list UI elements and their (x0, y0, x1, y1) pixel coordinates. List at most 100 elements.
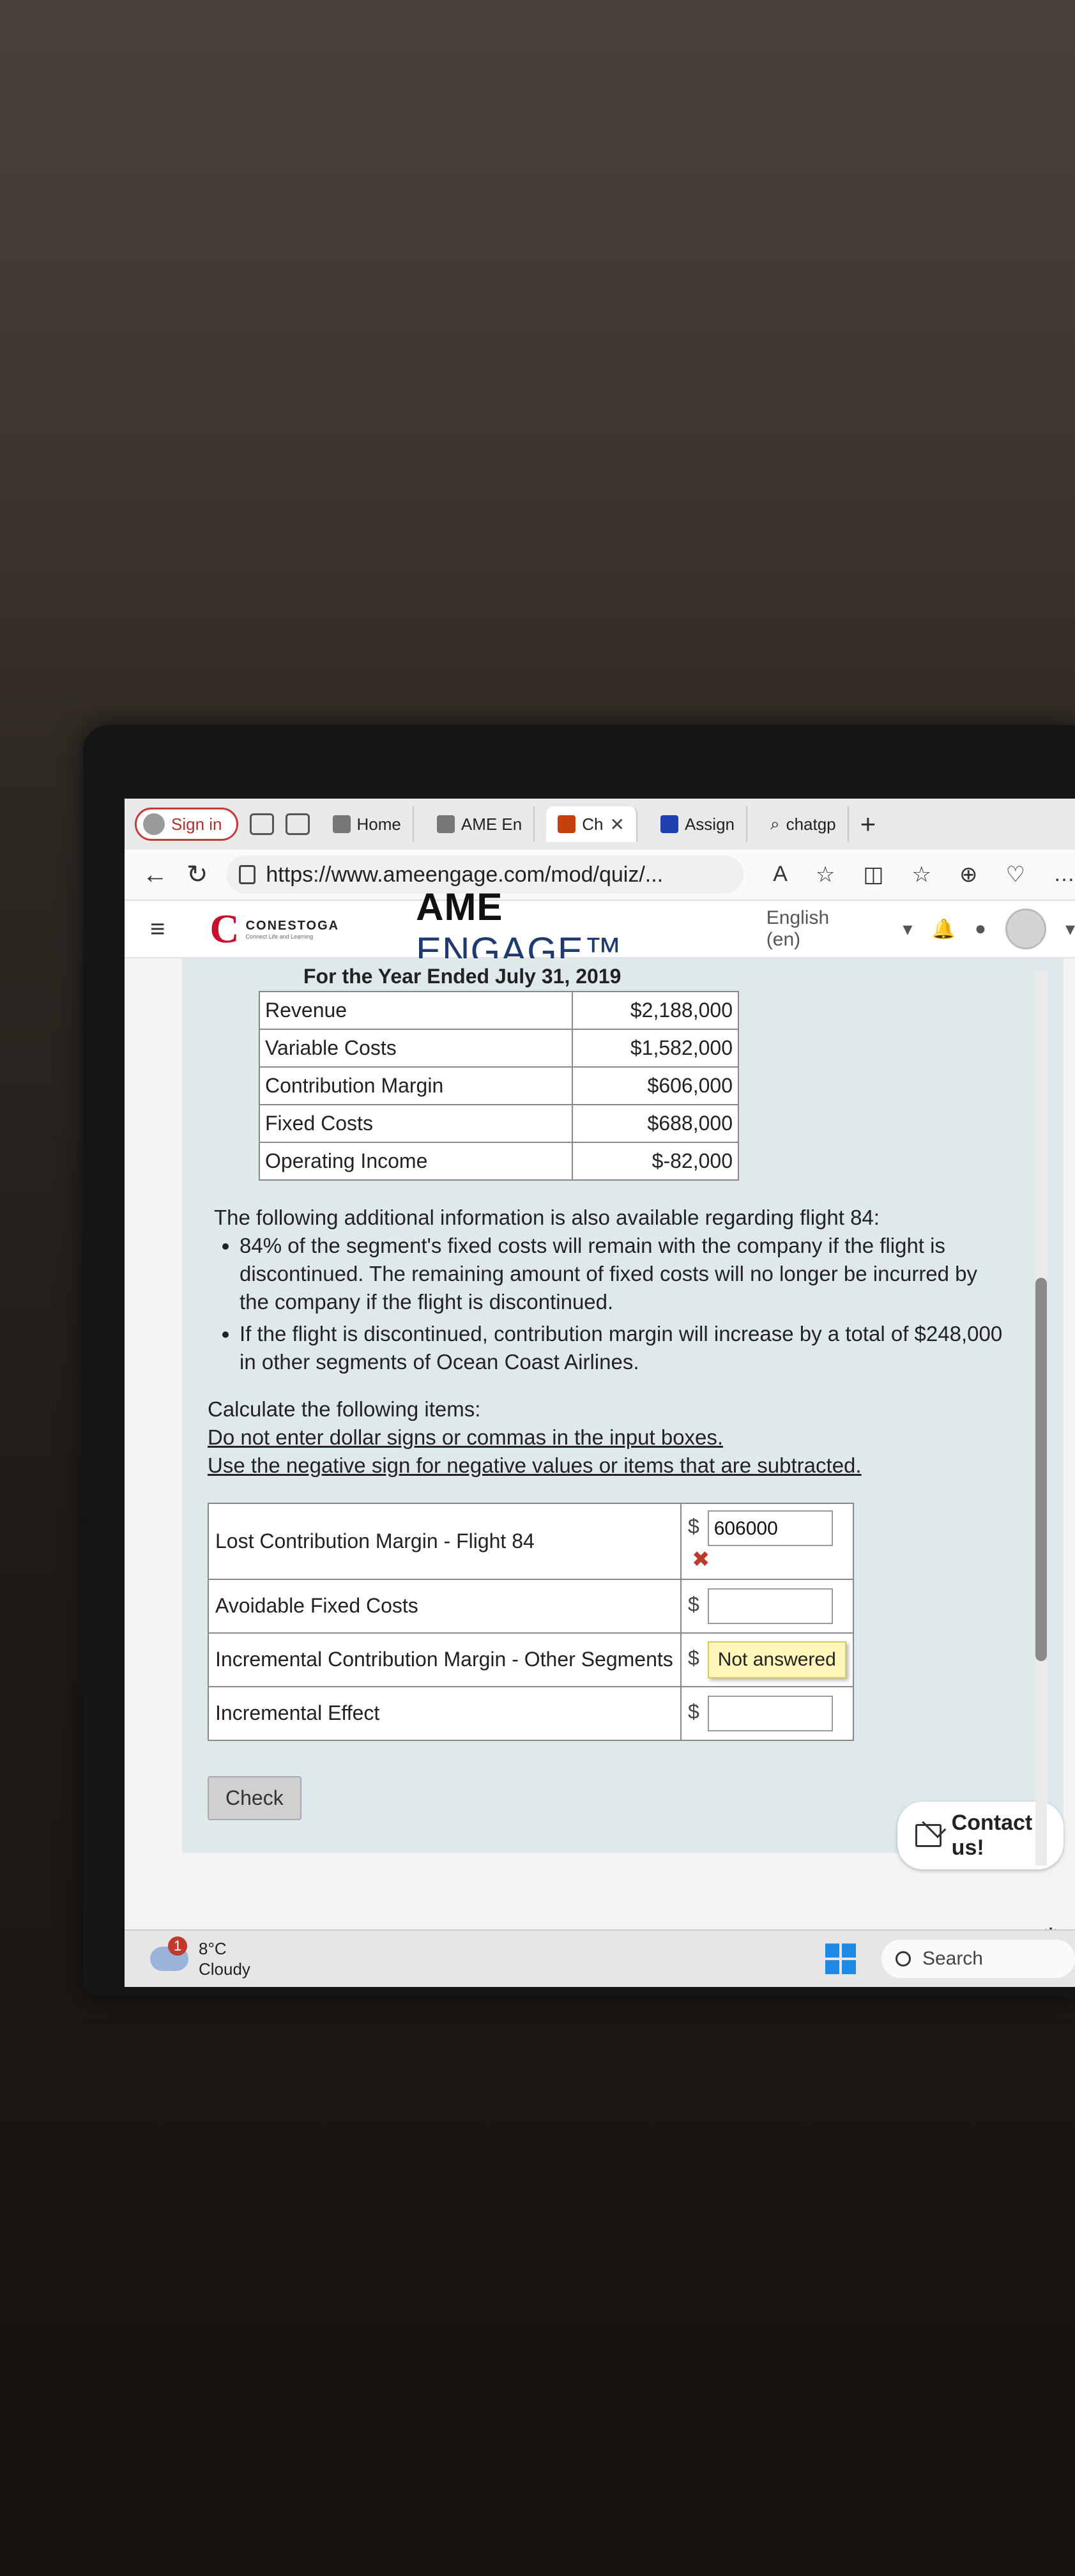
quiz-content: For the Year Ended July 31, 2019 Revenue… (182, 958, 1064, 1869)
table-row: Incremental Contribution Margin - Other … (208, 1632, 854, 1687)
info-bullet: If the flight is discontinued, contribut… (240, 1320, 1012, 1376)
menu-icon[interactable]: ≡ (150, 915, 165, 944)
tab-assignment[interactable]: Assign (649, 806, 747, 842)
tab-label: AME En (461, 814, 522, 834)
not-answered-tooltip: Not answered (707, 1641, 846, 1678)
answer-label: Avoidable Fixed Costs (208, 1578, 682, 1634)
table-row: Lost Contribution Margin - Flight 84 $ 6… (208, 1503, 854, 1580)
instructions-heading: Calculate the following items: (208, 1397, 481, 1421)
statement-period: For the Year Ended July 31, 2019 (303, 965, 621, 988)
page-scrollbar[interactable] (1035, 971, 1047, 1866)
conestoga-logo[interactable]: C CONESTOGA Connect Life and Learning (210, 908, 339, 949)
weather-condition: Cloudy (199, 1959, 250, 1979)
row-label: Fixed Costs (259, 1104, 573, 1143)
institution-name: CONESTOGA (245, 918, 340, 933)
answer-label: Incremental Effect (208, 1685, 682, 1741)
info-list: 84% of the segment's fixed costs will re… (240, 1232, 1012, 1376)
row-value: $688,000 (572, 1104, 739, 1143)
conestoga-c-logo-icon: C (210, 906, 240, 951)
page-icon (332, 815, 351, 833)
institution-tagline: Connect Life and Learning (245, 933, 314, 940)
windows-taskbar: 1 8°C Cloudy Search (125, 1929, 1075, 1987)
income-statement-table: Revenue $2,188,000 Variable Costs $1,582… (259, 991, 739, 1181)
screen: Sign in Home AME En Ch ✕ Assign ⌕ chatgp… (125, 799, 1075, 1987)
chat-icon[interactable]: ● (975, 918, 986, 940)
avoidable-fixed-costs-input[interactable] (707, 1588, 833, 1624)
answer-cell: $ (680, 1685, 854, 1741)
favorites-icon[interactable]: ☆ (912, 862, 931, 887)
language-selector[interactable]: English (en) (766, 907, 858, 951)
currency-symbol: $ (688, 1593, 699, 1616)
info-bullet: 84% of the segment's fixed costs will re… (240, 1232, 1012, 1316)
notification-badge: 1 (168, 1936, 187, 1956)
tab-label: Assign (684, 814, 735, 834)
sign-in-button[interactable]: Sign in (135, 808, 238, 841)
site-header: ≡ C CONESTOGA Connect Life and Learning … (125, 885, 1075, 972)
incremental-effect-input[interactable] (707, 1695, 833, 1731)
profile-icon (143, 813, 165, 835)
bell-icon[interactable]: 🔔 (931, 918, 955, 940)
brand-bold: AME (416, 885, 503, 928)
close-tab-icon[interactable]: ✕ (609, 814, 624, 835)
info-intro: The following additional information is … (214, 1206, 880, 1229)
split-screen-icon[interactable]: ◫ (863, 862, 883, 887)
tab-label: Home (356, 814, 401, 834)
table-row: Contribution Margin $606,000 (259, 1066, 739, 1105)
refresh-icon[interactable]: ↻ (185, 860, 210, 889)
search-icon (895, 1951, 911, 1966)
taskbar-search[interactable]: Search (881, 1940, 1075, 1978)
favorite-star-icon[interactable]: ☆ (816, 862, 835, 887)
new-tab-button[interactable]: + (860, 809, 876, 839)
incorrect-x-icon: ✖ (692, 1547, 710, 1572)
answer-cell: $ 606000 ✖ (680, 1503, 854, 1580)
tab-strip: Sign in Home AME En Ch ✕ Assign ⌕ chatgp… (125, 799, 1075, 850)
tab-actions-icon[interactable] (285, 813, 310, 835)
lost-contribution-margin-input[interactable]: 606000 (707, 1510, 833, 1546)
m-icon (558, 815, 576, 833)
temperature: 8°C (199, 1939, 227, 1958)
answer-label: Lost Contribution Margin - Flight 84 (208, 1503, 682, 1580)
row-value: $-82,000 (572, 1142, 739, 1181)
table-row: Variable Costs $1,582,000 (259, 1029, 739, 1068)
mail-icon (915, 1824, 942, 1847)
cloud-icon: 1 (150, 1936, 188, 1971)
currency-symbol: $ (688, 1646, 699, 1669)
row-value: $1,582,000 (572, 1029, 739, 1068)
chevron-down-icon[interactable]: ▾ (1065, 918, 1075, 940)
answer-cell: $ Not answered (680, 1632, 854, 1687)
additional-info: The following additional information is … (214, 1204, 1012, 1376)
chevron-down-icon[interactable]: ▾ (903, 918, 912, 940)
back-arrow-icon[interactable]: ← (142, 861, 168, 889)
d2l-icon (436, 815, 455, 833)
weather-widget[interactable]: 1 8°C Cloudy (150, 1936, 250, 1979)
row-value: $606,000 (572, 1066, 739, 1105)
check-button[interactable]: Check (208, 1776, 301, 1820)
table-row: Revenue $2,188,000 (259, 991, 739, 1030)
sign-in-label: Sign in (171, 814, 222, 834)
tab-ame-engage[interactable]: AME En (425, 806, 535, 842)
ly-icon (660, 815, 678, 833)
lock-icon (239, 865, 256, 884)
workspaces-icon[interactable] (249, 813, 274, 835)
instruction-negative-sign: Use the negative sign for negative value… (208, 1453, 862, 1477)
row-value: $2,188,000 (572, 991, 739, 1030)
tab-active-chapter[interactable]: Ch ✕ (546, 806, 637, 842)
contact-label: Contact us! (951, 1811, 1033, 1860)
more-icon[interactable]: … (1053, 862, 1075, 887)
answer-cell: $ (680, 1578, 854, 1634)
windows-start-icon[interactable] (825, 1943, 856, 1974)
collections-icon[interactable]: ⊕ (959, 862, 978, 887)
row-label: Revenue (259, 991, 573, 1030)
tab-chatgpt[interactable]: ⌕ chatgp (759, 806, 849, 842)
header-icons: ▾ 🔔 ● ▾ (903, 908, 1075, 949)
read-aloud-icon[interactable]: A (773, 862, 788, 887)
scroll-thumb[interactable] (1035, 1278, 1047, 1661)
tab-home[interactable]: Home (321, 806, 414, 842)
user-avatar[interactable] (1005, 908, 1046, 949)
url-text: https://www.ameengage.com/mod/quiz/... (266, 862, 664, 887)
answer-table: Lost Contribution Margin - Flight 84 $ 6… (208, 1503, 854, 1741)
address-tools: A ☆ ◫ ☆ ⊕ ♡ … (773, 862, 1075, 887)
row-label: Contribution Margin (259, 1066, 573, 1105)
browser-essentials-icon[interactable]: ♡ (1006, 862, 1025, 887)
instruction-no-symbols: Do not enter dollar signs or commas in t… (208, 1425, 724, 1449)
